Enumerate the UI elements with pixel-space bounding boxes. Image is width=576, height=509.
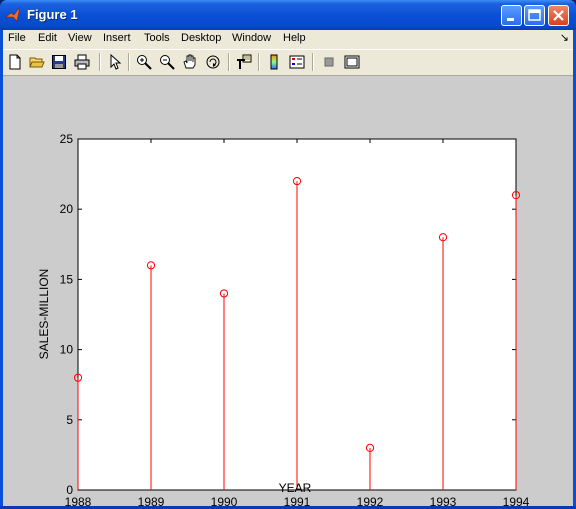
show-plot-tools-icon[interactable] bbox=[344, 54, 360, 70]
y-tick-label: 20 bbox=[60, 202, 74, 216]
x-tick-label: 1993 bbox=[430, 495, 457, 506]
x-tick-label: 1992 bbox=[357, 495, 384, 506]
menu-window[interactable]: Window bbox=[232, 32, 271, 44]
x-tick-label: 1994 bbox=[503, 495, 530, 506]
menu-help[interactable]: Help bbox=[283, 32, 306, 44]
pan-hand-icon[interactable] bbox=[182, 54, 198, 70]
figure-frame: File Edit View Insert Tools Desktop Wind… bbox=[3, 30, 573, 506]
figure-canvas[interactable]: 0 5 10 15 20 25 1988 1989 1990 1991 1992 1993 1994 … bbox=[3, 76, 573, 506]
y-tick-label: 15 bbox=[60, 272, 74, 286]
toolbar-separator bbox=[228, 53, 230, 71]
x-tick-label: 1988 bbox=[65, 495, 92, 506]
y-axis-label: SALES-MILLION bbox=[37, 269, 51, 360]
x-tick-label: 1989 bbox=[138, 495, 165, 506]
maximize-icon bbox=[528, 9, 541, 21]
zoom-out-icon[interactable] bbox=[159, 54, 175, 70]
toolbar-separator bbox=[128, 53, 130, 71]
rotate-3d-icon[interactable] bbox=[205, 54, 221, 70]
title-bar[interactable]: Figure 1 bbox=[0, 0, 576, 30]
menu-edit[interactable]: Edit bbox=[38, 32, 57, 44]
matlab-logo-icon bbox=[5, 6, 21, 22]
x-tick-label: 1991 bbox=[284, 495, 311, 506]
y-tick-label: 25 bbox=[60, 132, 74, 146]
zoom-in-icon[interactable] bbox=[136, 54, 152, 70]
toolbar-separator bbox=[312, 53, 314, 71]
menu-view[interactable]: View bbox=[68, 32, 92, 44]
x-axis-label: YEAR bbox=[279, 481, 312, 495]
hide-plot-tools-icon[interactable] bbox=[321, 54, 337, 70]
menu-desktop[interactable]: Desktop bbox=[181, 32, 221, 44]
edit-plot-arrow-icon[interactable] bbox=[107, 54, 123, 70]
print-icon[interactable] bbox=[74, 54, 90, 70]
y-tick-label: 5 bbox=[66, 413, 73, 427]
figure-window: Figure 1 File Edit View Insert Tools Des… bbox=[0, 0, 576, 509]
menu-file[interactable]: File bbox=[8, 32, 26, 44]
close-button[interactable] bbox=[548, 5, 569, 26]
menu-bar: File Edit View Insert Tools Desktop Wind… bbox=[3, 30, 573, 48]
menu-tools[interactable]: Tools bbox=[144, 32, 170, 44]
stem-chart[interactable]: 0510152025 1988 1989 1990 1991 1992 1993 1994 … bbox=[3, 76, 573, 506]
maximize-button[interactable] bbox=[524, 5, 545, 26]
window-title: Figure 1 bbox=[27, 7, 78, 22]
dock-figure-button[interactable]: ↘ bbox=[560, 31, 569, 44]
minimize-button[interactable] bbox=[501, 5, 522, 26]
close-icon bbox=[553, 10, 564, 21]
data-cursor-icon[interactable] bbox=[236, 54, 252, 70]
toolbar-separator bbox=[258, 53, 260, 71]
menu-insert[interactable]: Insert bbox=[103, 32, 131, 44]
toolbar-separator bbox=[99, 53, 101, 71]
x-tick-label: 1990 bbox=[211, 495, 238, 506]
figure-toolbar bbox=[3, 49, 573, 76]
y-tick-label: 10 bbox=[60, 343, 74, 357]
save-icon[interactable] bbox=[51, 54, 67, 70]
new-figure-icon[interactable] bbox=[7, 54, 23, 70]
minimize-icon bbox=[507, 18, 514, 21]
insert-colorbar-icon[interactable] bbox=[266, 54, 282, 70]
insert-legend-icon[interactable] bbox=[289, 54, 305, 70]
open-file-icon[interactable] bbox=[29, 54, 45, 70]
